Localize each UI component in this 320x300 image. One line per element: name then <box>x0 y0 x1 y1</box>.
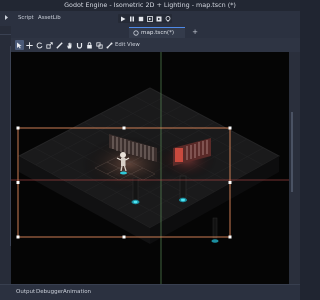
play-controls <box>118 14 172 23</box>
scene-tab-label: map.tscn(*) <box>141 30 175 36</box>
right-dock <box>289 52 300 284</box>
scene-canvas <box>11 52 289 284</box>
remote-debug-icon[interactable] <box>163 14 172 23</box>
bottom-panel: Output Debugger Animation <box>0 284 300 300</box>
snap-icon[interactable] <box>75 40 84 50</box>
window-title: Godot Engine - Isometric 2D + Lighting -… <box>0 0 300 11</box>
pillar-bottom <box>211 217 219 243</box>
bone-icon[interactable] <box>105 40 114 50</box>
scene-tabs: map.tscn(*) + <box>11 26 300 38</box>
play-icon[interactable] <box>118 14 127 23</box>
scene-icon <box>133 30 139 36</box>
scale-tool-icon[interactable] <box>45 40 54 50</box>
play-custom-icon[interactable] <box>154 14 163 23</box>
bottom-tab-debugger[interactable]: Debugger <box>36 288 63 297</box>
play-scene-icon[interactable] <box>145 14 154 23</box>
view-menu[interactable]: View <box>127 40 140 50</box>
bottom-tab-animation[interactable]: Animation <box>63 288 91 297</box>
left-dock-divider <box>0 34 11 35</box>
stop-icon[interactable] <box>136 14 145 23</box>
bottom-tab-output[interactable]: Output <box>16 288 35 297</box>
edit-menu[interactable]: Edit <box>115 40 125 50</box>
lock-icon[interactable] <box>85 40 94 50</box>
canvas-viewport[interactable] <box>11 52 289 284</box>
main-menubar: Script AssetLib <box>0 11 300 26</box>
pan-tool-icon[interactable] <box>65 40 74 50</box>
move-tool-icon[interactable] <box>25 40 34 50</box>
scene-tab-map[interactable]: map.tscn(*) <box>129 27 185 38</box>
workspace-tab-script[interactable]: Script <box>18 14 34 23</box>
rotate-tool-icon[interactable] <box>35 40 44 50</box>
right-dock-scrollbar[interactable] <box>291 112 293 192</box>
add-scene-tab-button[interactable]: + <box>191 27 199 37</box>
group-icon[interactable] <box>95 40 104 50</box>
pause-icon[interactable] <box>127 14 136 23</box>
left-dock <box>0 26 11 300</box>
canvas-toolbar: Edit View <box>11 38 300 52</box>
workspace-tab-assetlib[interactable]: AssetLib <box>38 14 61 23</box>
ruler-tool-icon[interactable] <box>55 40 64 50</box>
menu-icon[interactable] <box>4 14 9 23</box>
select-tool-icon[interactable] <box>15 40 24 50</box>
